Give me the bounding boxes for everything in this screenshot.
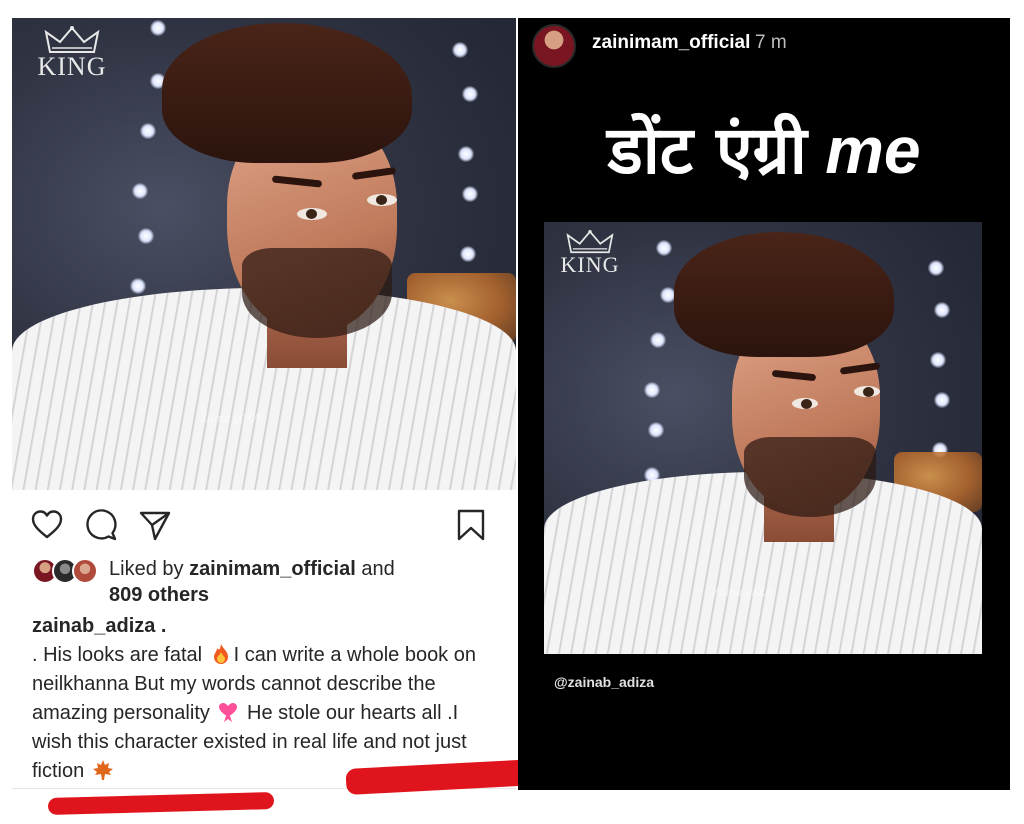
liked-by-count[interactable]: 809 others <box>109 584 209 606</box>
photo-watermark: Zaina @ZA <box>712 584 773 599</box>
avatar[interactable] <box>532 24 576 68</box>
logo-text: KING <box>560 252 620 277</box>
red-underline-mark <box>47 792 275 815</box>
post-actions <box>12 504 516 544</box>
fire-emoji-icon <box>213 644 228 664</box>
comment-icon[interactable] <box>84 508 118 542</box>
king-logo: KING <box>26 26 118 82</box>
crown-icon <box>566 230 614 254</box>
liked-by-and: and <box>355 558 395 580</box>
headline-english: me <box>825 113 921 187</box>
headline-hindi: डोंट एंग्री <box>607 112 807 189</box>
logo-text: KING <box>37 52 107 81</box>
caption-part-1: . His looks are fatal <box>32 644 208 666</box>
share-icon[interactable] <box>138 508 172 542</box>
liked-by-prefix: Liked by <box>109 558 190 580</box>
story-mention[interactable]: @zainab_adiza <box>554 674 654 690</box>
heart-icon[interactable] <box>30 508 64 542</box>
likes-text: Liked by zainimam_official and 809 others <box>109 556 489 608</box>
story-timestamp: 7 m <box>755 32 787 53</box>
instagram-post: KING Zaina @ZA Liked by zainimam_officia… <box>12 18 516 790</box>
post-photo[interactable]: KING Zaina @ZA <box>12 18 516 490</box>
story-photo[interactable]: KING Zaina @ZA <box>544 222 982 654</box>
crown-icon <box>44 26 100 53</box>
bookmark-icon[interactable] <box>454 508 488 542</box>
portrait <box>12 18 516 490</box>
likes-summary[interactable]: Liked by zainimam_official and 809 others <box>32 556 502 606</box>
liker-avatars[interactable] <box>32 558 104 584</box>
liked-by-user[interactable]: zainimam_official <box>189 558 356 580</box>
maple-leaf-icon <box>92 760 113 780</box>
heart-ribbon-icon <box>219 703 238 722</box>
story-headline: डोंट एंग्री me <box>518 110 1010 191</box>
photo-watermark: Zaina @ZA <box>200 410 261 425</box>
instagram-story: zainimam_official 7 m डोंट एंग्री me KIN… <box>518 18 1010 790</box>
king-logo: KING <box>550 230 630 278</box>
avatar[interactable] <box>72 558 98 584</box>
caption-username[interactable]: zainab_adiza . <box>32 612 502 641</box>
post-caption: zainab_adiza . . His looks are fatal I c… <box>32 612 502 786</box>
story-username[interactable]: zainimam_official <box>592 32 750 54</box>
